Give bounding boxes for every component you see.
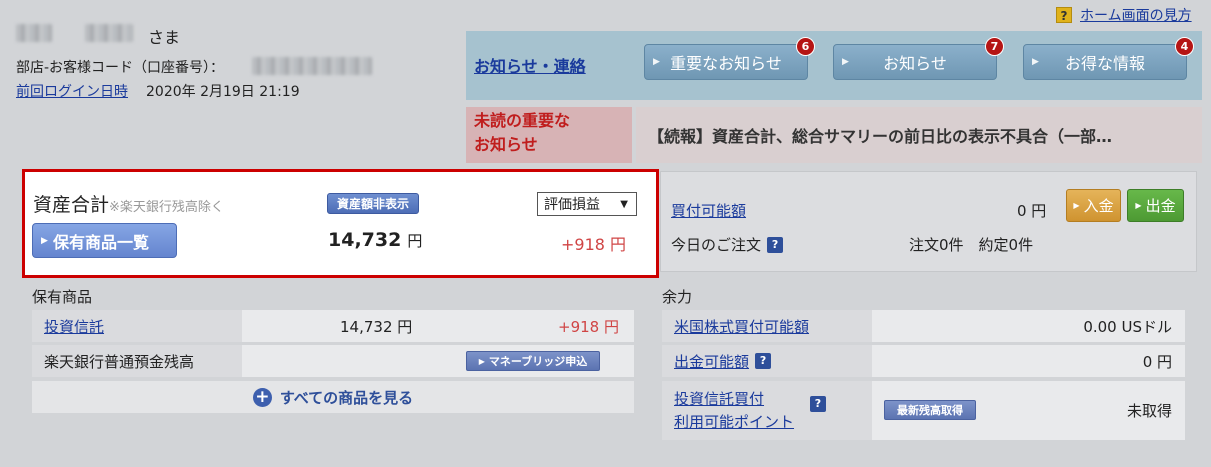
deposit-label: 入金 xyxy=(1083,197,1114,215)
bank-label: 楽天銀行普通預金残高 xyxy=(44,352,195,371)
deals-count: 4 xyxy=(1175,37,1194,56)
capacity-row-us-stock: 米国株式買付可能額 0.00 USドル xyxy=(662,310,1185,342)
important-notices-count: 6 xyxy=(796,37,815,56)
fund-link[interactable]: 投資信託 xyxy=(44,316,104,337)
asset-total-card: 資産合計 ※楽天銀行残高除く 資産額非表示 評価損益 ▼ ▶ 保有商品一覧 14… xyxy=(22,169,659,278)
important-notices-button[interactable]: ▶ 重要なお知らせ 6 xyxy=(644,37,815,80)
customer-name xyxy=(16,24,133,46)
asset-title-text: 資産合計 xyxy=(33,194,110,216)
deals-label: お得な情報 xyxy=(1064,54,1145,73)
holdings-list-button[interactable]: ▶ 保有商品一覧 xyxy=(32,223,177,258)
display-mode-select[interactable]: 評価損益 ▼ xyxy=(537,192,637,216)
capacity-row-points: 投資信託買付 利用可能ポイント ? 最新残高取得 未取得 xyxy=(662,381,1185,440)
money-bridge-button[interactable]: ▶ マネーブリッジ申込 xyxy=(466,351,600,371)
fund-label-cell: 投資信託 xyxy=(32,310,242,342)
last-login-link[interactable]: 前回ログイン日時 xyxy=(16,81,128,101)
capacity-row-withdrawable: 出金可能額 ? 0 円 xyxy=(662,345,1185,377)
asset-note: ※楽天銀行残高除く xyxy=(109,200,224,215)
dropdown-arrow-icon: ▼ xyxy=(620,198,628,210)
triangle-icon: ▶ xyxy=(478,356,485,366)
points-link[interactable]: 投資信託買付 利用可能ポイント xyxy=(674,388,794,434)
question-icon[interactable]: ? xyxy=(755,353,772,369)
fund-value: 14,732 円 xyxy=(340,317,413,336)
question-icon[interactable]: ? xyxy=(810,396,826,412)
redacted-name-1 xyxy=(16,24,52,42)
withdraw-label: 出金 xyxy=(1145,197,1176,215)
withdrawable-value: 0 円 xyxy=(1142,352,1172,371)
help-area: ? ホーム画面の見方 xyxy=(1056,5,1192,25)
holdings-list-label: 保有商品一覧 xyxy=(53,232,150,252)
unread-label-line2: お知らせ xyxy=(474,135,538,154)
notices-count: 7 xyxy=(985,37,1004,56)
withdrawable-label-cell: 出金可能額 ? xyxy=(662,345,872,377)
points-label-line1: 投資信託買付 xyxy=(674,389,765,408)
deposit-button[interactable]: ▶ 入金 xyxy=(1066,189,1121,222)
redacted-account-number xyxy=(252,57,372,75)
notices-button[interactable]: ▶ お知らせ 7 xyxy=(833,37,1004,80)
today-orders-value: 注文0件 約定0件 xyxy=(909,236,1034,254)
points-label-line2: 利用可能ポイント xyxy=(674,412,795,431)
money-bridge-label: マネーブリッジ申込 xyxy=(488,355,588,368)
today-orders-label: 今日のご注文 xyxy=(671,236,762,254)
bank-label-cell: 楽天銀行普通預金残高 xyxy=(32,345,242,377)
withdrawable-link[interactable]: 出金可能額 xyxy=(674,351,749,372)
triangle-icon: ▶ xyxy=(41,235,48,246)
salutation: さま xyxy=(148,28,181,47)
triangle-icon: ▶ xyxy=(1032,57,1039,67)
home-guide-link[interactable]: ホーム画面の見方 xyxy=(1080,5,1192,25)
see-all-products-button[interactable]: + すべての商品を見る xyxy=(32,381,634,413)
buying-power-value: 0 円 xyxy=(1017,202,1047,220)
unread-label-line1: 未読の重要な xyxy=(474,111,571,130)
asset-total-value: 14,732 円 xyxy=(328,229,422,251)
unread-notice-text[interactable]: 【続報】資産合計、総合サマリーの前日比の表示不具合（一部… xyxy=(636,107,1202,163)
today-orders: 今日のご注文 ? xyxy=(671,234,784,255)
holdings-title: 保有商品 xyxy=(32,288,93,306)
important-notices-label: 重要なお知らせ xyxy=(670,54,782,73)
triangle-icon: ▶ xyxy=(653,57,660,67)
plus-circle-icon: + xyxy=(252,387,272,407)
unread-notice-headline: 【続報】資産合計、総合サマリーの前日比の表示不具合（一部… xyxy=(648,127,1113,146)
see-all-label: すべての商品を見る xyxy=(279,388,414,407)
notices-label: お知らせ xyxy=(883,54,947,73)
deals-button[interactable]: ▶ お得な情報 4 xyxy=(1023,37,1194,80)
triangle-icon: ▶ xyxy=(1135,201,1142,210)
question-icon[interactable]: ? xyxy=(767,236,784,253)
display-mode-value: 評価損益 xyxy=(544,197,600,213)
branch-code-label: 部店-お客様コード（口座番号）： xyxy=(16,60,225,76)
us-stock-value: 0.00 USドル xyxy=(1083,317,1172,336)
holdings-row-fund: 投資信託 14,732 円 +918 円 xyxy=(32,310,634,342)
buying-power-link[interactable]: 買付可能額 xyxy=(671,200,746,221)
fund-gain: +918 円 xyxy=(558,317,619,336)
question-icon: ? xyxy=(1056,7,1072,23)
redacted-name-2 xyxy=(84,24,133,42)
capacity-title: 余力 xyxy=(662,288,693,306)
notices-panel: お知らせ・連絡 ▶ 重要なお知らせ 6 ▶ お知らせ 7 ▶ お得な情報 4 xyxy=(466,31,1202,100)
holdings-row-bank: 楽天銀行普通預金残高 ▶ マネーブリッジ申込 xyxy=(32,345,634,377)
asset-total-title: 資産合計 ※楽天銀行残高除く xyxy=(33,190,224,217)
unread-important-label: 未読の重要な お知らせ xyxy=(466,107,632,163)
triangle-icon: ▶ xyxy=(842,57,849,67)
buying-power-panel: 買付可能額 0 円 ▶ 入金 ▶ 出金 今日のご注文 ? 注文0件 約定0件 xyxy=(660,171,1197,272)
triangle-icon: ▶ xyxy=(1073,201,1080,210)
us-stock-label-cell: 米国株式買付可能額 xyxy=(662,310,872,342)
hide-amount-button[interactable]: 資産額非表示 xyxy=(327,193,419,214)
asset-total-amount: 14,732 xyxy=(328,229,402,251)
latest-balance-button[interactable]: 最新残高取得 xyxy=(884,400,976,420)
points-label-cell: 投資信託買付 利用可能ポイント ? xyxy=(662,381,872,440)
withdraw-button[interactable]: ▶ 出金 xyxy=(1127,189,1184,222)
asset-total-unit: 円 xyxy=(407,232,423,250)
last-login-value: 2020年 2月19日 21:19 xyxy=(146,84,300,100)
asset-gain: +918 円 xyxy=(561,235,627,254)
points-value: 未取得 xyxy=(1126,402,1172,420)
us-stock-link[interactable]: 米国株式買付可能額 xyxy=(674,316,809,337)
notices-title-link[interactable]: お知らせ・連絡 xyxy=(474,53,586,77)
